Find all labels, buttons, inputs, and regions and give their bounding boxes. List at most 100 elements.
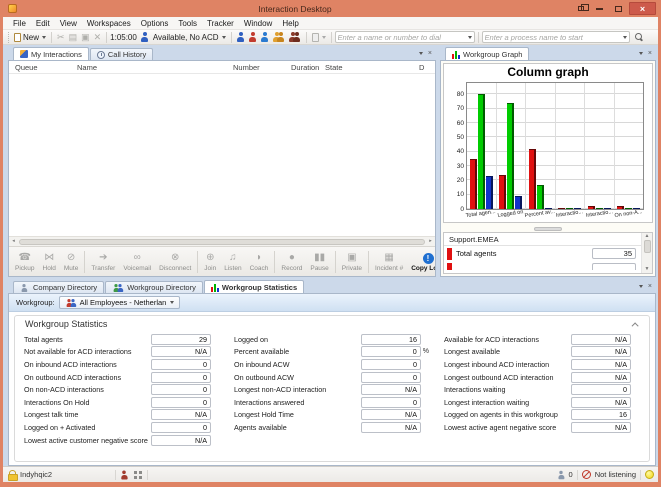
call-button-icon: ➔ — [99, 252, 107, 265]
menu-item[interactable]: View — [55, 19, 82, 28]
panel-close-icon[interactable]: × — [428, 50, 432, 57]
expand-grid-icon[interactable] — [134, 471, 137, 474]
cut-button[interactable]: ✂ — [55, 32, 67, 43]
process-combo[interactable] — [482, 31, 630, 43]
dial-input[interactable] — [338, 33, 467, 42]
column-header-queue[interactable]: Queue — [9, 63, 71, 72]
maximize-button[interactable] — [610, 2, 627, 15]
call-button[interactable]: ♫Listen — [220, 248, 245, 276]
users-orange-button[interactable] — [271, 31, 287, 43]
chart-bar — [486, 176, 493, 209]
panel-close-icon[interactable]: × — [648, 283, 652, 290]
copy-logs-button[interactable]: ! Copy Logs — [407, 248, 435, 276]
y-axis-tick: 60 — [457, 121, 464, 128]
stat-label: Interactions waiting — [444, 385, 571, 394]
menu-item[interactable]: Edit — [31, 19, 55, 28]
menu-item[interactable]: File — [8, 19, 31, 28]
menu-item[interactable]: Tools — [173, 19, 202, 28]
delete-button[interactable]: ✕ — [92, 32, 104, 43]
splitter-grip[interactable] — [534, 227, 562, 231]
call-button[interactable]: ⊗Disconnect — [155, 248, 195, 276]
call-button[interactable]: ▮▮Pause — [306, 248, 332, 276]
menu-item[interactable]: Help — [277, 19, 303, 28]
chart-title: Column graph — [444, 64, 652, 79]
call-button[interactable]: ➔Transfer — [87, 248, 119, 276]
stat-row: Longest interaction waiting N/A — [444, 396, 639, 409]
column-header-duration[interactable]: Duration — [285, 63, 319, 72]
tab-my-interactions[interactable]: My Interactions — [13, 47, 89, 60]
menu-item[interactable]: Options — [136, 19, 174, 28]
legend-label: Total agents — [456, 249, 588, 258]
call-button[interactable]: ●Record — [277, 248, 306, 276]
interactions-tabstrip: My Interactions Call History × — [8, 47, 436, 60]
column-header-d[interactable]: D — [413, 63, 435, 72]
new-button[interactable]: New — [12, 32, 48, 43]
menu-item[interactable]: Tracker — [202, 19, 239, 28]
horizontal-scrollbar[interactable]: ◂ ▸ — [9, 236, 435, 246]
column-header-name[interactable]: Name — [71, 63, 227, 72]
stat-row: Longest non-ACD interaction N/A — [234, 383, 429, 396]
tab-workgroup-graph[interactable]: Workgroup Graph — [445, 47, 529, 60]
panel-menu-icon[interactable] — [639, 52, 643, 55]
my-status-icon — [141, 32, 149, 42]
paste-icon: ▣ — [81, 33, 90, 42]
legend-scrollbar[interactable]: ▲ ▼ — [642, 233, 652, 273]
call-button[interactable]: ⊕Join — [200, 248, 220, 276]
chart-plot: 01020304050607080 — [466, 82, 644, 210]
user-red-button[interactable] — [247, 31, 259, 43]
company-directory-icon — [20, 283, 30, 293]
minimize-button[interactable] — [591, 2, 608, 15]
chevron-down-icon — [623, 36, 627, 39]
chart-legend-splitter[interactable] — [441, 225, 655, 232]
copy-button[interactable]: ▤ — [67, 32, 80, 43]
menu-item[interactable]: Workspaces — [82, 19, 136, 28]
call-button[interactable]: ∞Voicemail — [119, 248, 155, 276]
bar-chart-icon — [452, 50, 460, 59]
panel-menu-icon[interactable] — [639, 285, 643, 288]
users-brown-button[interactable] — [287, 31, 303, 43]
call-button[interactable]: ⊘Mute — [60, 248, 82, 276]
float-window-button[interactable] — [572, 2, 589, 15]
dial-combo[interactable] — [335, 31, 475, 43]
call-button[interactable]: ⋈Hold — [39, 248, 60, 276]
column-header-state[interactable]: State — [319, 63, 413, 72]
scroll-right-icon[interactable]: ▸ — [426, 237, 435, 246]
new-document-icon — [14, 33, 21, 42]
cut-icon: ✂ — [57, 33, 65, 42]
scrollbar-thumb[interactable] — [19, 239, 425, 245]
maximize-icon — [615, 6, 622, 12]
workgroup-dropdown[interactable]: All Employees - Netherlan — [59, 296, 181, 309]
directory-tabstrip: Company Directory Workgroup Directory Wo… — [8, 280, 656, 293]
close-button[interactable]: × — [629, 2, 656, 15]
user-blue2-button[interactable] — [259, 31, 271, 43]
search-icon[interactable] — [634, 32, 644, 42]
recording-button[interactable] — [310, 32, 328, 43]
call-button[interactable]: ◗Coach — [246, 248, 273, 276]
paste-button[interactable]: ▣ — [79, 32, 92, 43]
scroll-up-icon[interactable]: ▲ — [645, 234, 650, 239]
collapse-chevron-icon[interactable] — [632, 322, 639, 329]
panel-menu-icon[interactable] — [419, 52, 423, 55]
call-button[interactable]: ☎Pickup — [11, 248, 39, 276]
user-blue-button[interactable] — [235, 31, 247, 43]
tab-call-history[interactable]: Call History — [90, 48, 153, 60]
user-status-icon[interactable] — [121, 470, 128, 479]
scroll-left-icon[interactable]: ◂ — [9, 237, 18, 246]
stat-row: On outbound ACW 0 — [234, 371, 429, 384]
scroll-down-icon[interactable]: ▼ — [645, 267, 650, 272]
stat-row: Longest available N/A — [444, 346, 639, 359]
tab-workgroup-directory[interactable]: Workgroup Directory — [105, 281, 203, 293]
status-selector[interactable]: Available, No ACD — [151, 32, 228, 43]
panel-close-icon[interactable]: × — [648, 50, 652, 57]
tab-company-directory[interactable]: Company Directory — [13, 281, 104, 293]
call-button[interactable]: ▦Incident # — [371, 248, 407, 276]
chart-bar — [507, 103, 514, 209]
scrollbar-thumb[interactable] — [644, 240, 651, 253]
minimize-icon — [596, 8, 603, 10]
call-button[interactable]: ▣Private — [338, 248, 366, 276]
stat-label: On outbound ACW — [234, 373, 361, 382]
tab-workgroup-statistics[interactable]: Workgroup Statistics — [204, 280, 304, 293]
column-header-number[interactable]: Number — [227, 63, 285, 72]
process-input[interactable] — [485, 33, 622, 42]
menu-item[interactable]: Window — [239, 19, 277, 28]
